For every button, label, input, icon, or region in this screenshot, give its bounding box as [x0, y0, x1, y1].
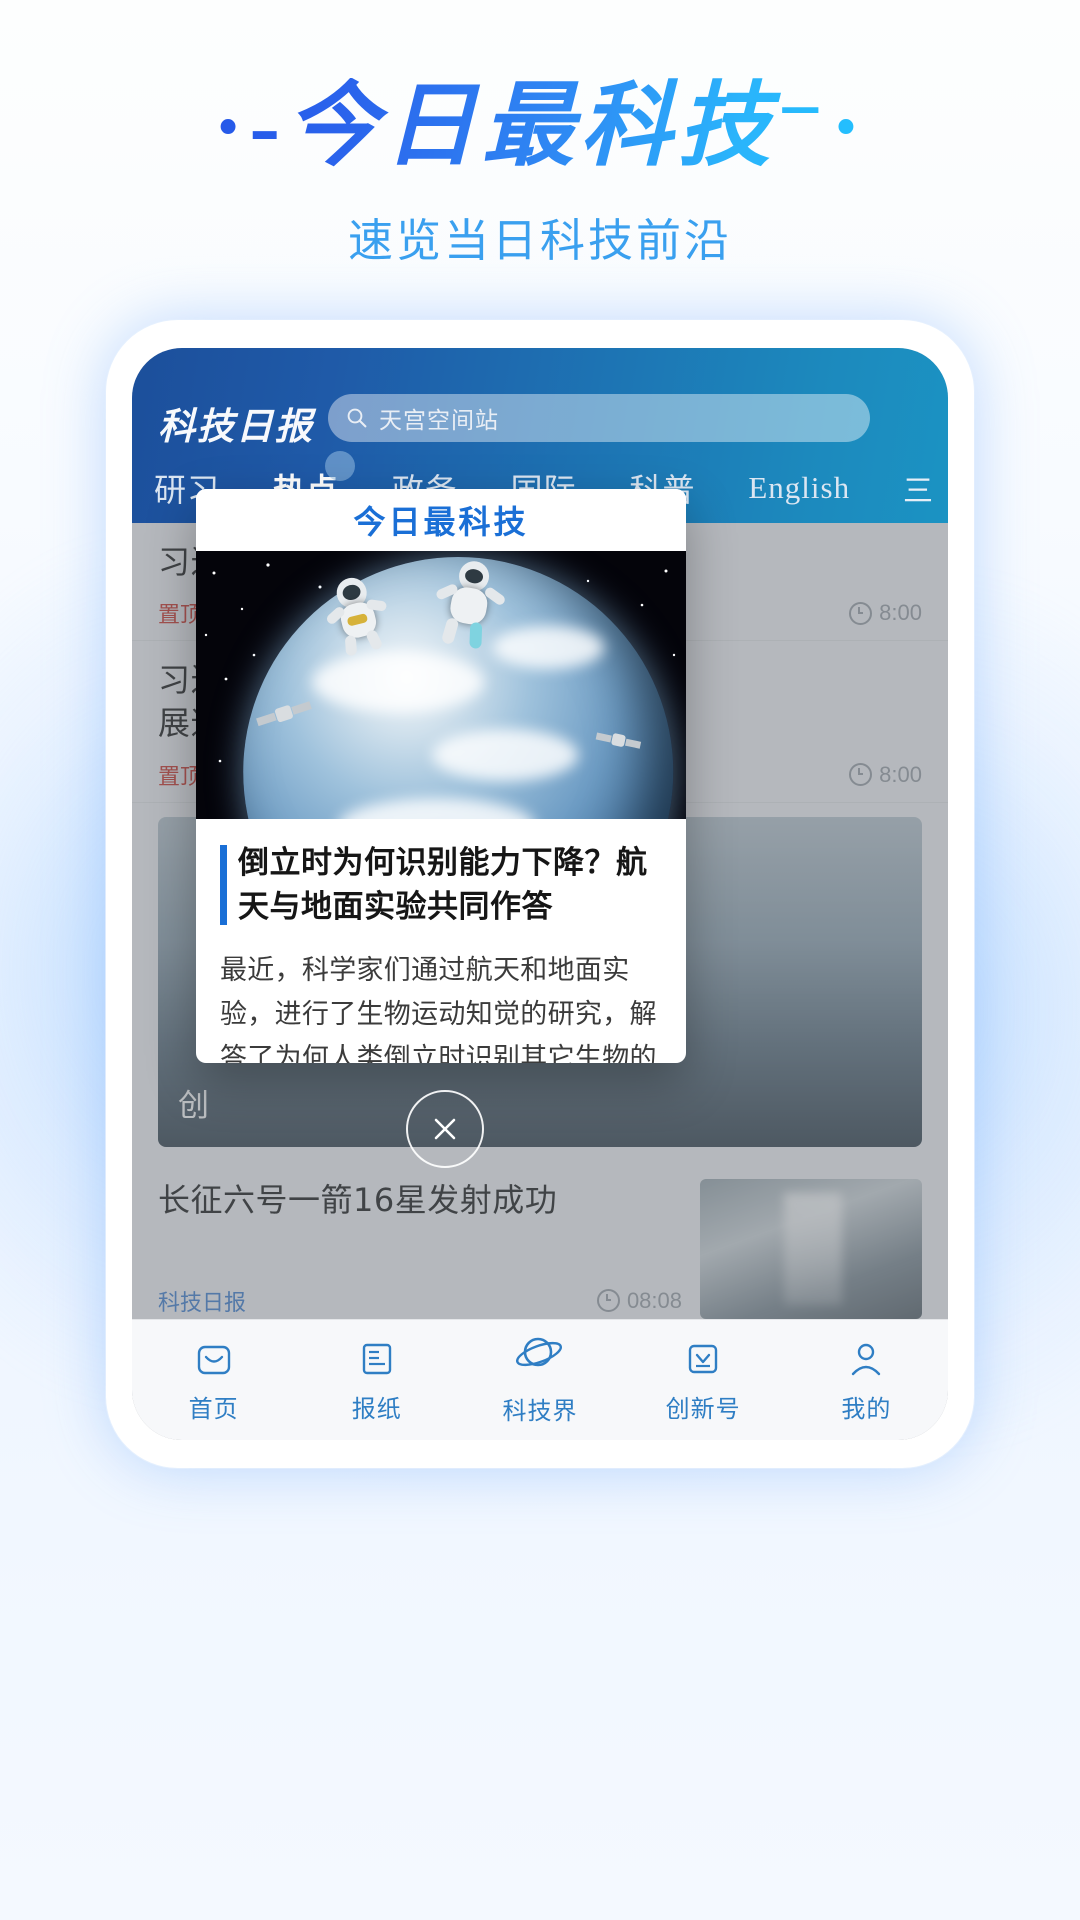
tab-profile[interactable]: 我的 [791, 1337, 941, 1424]
promo-headline: ·-今日最科技⁻· [195, 78, 886, 175]
nav-tab-english[interactable]: English [748, 470, 850, 506]
promo-headline-wrap: ·-今日最科技⁻· [0, 78, 1080, 175]
search-placeholder: 天宫空间站 [379, 408, 499, 434]
astronaut-icon-2 [427, 555, 513, 654]
modal-title: 今日最科技 [353, 503, 529, 541]
tab-home[interactable]: 首页 [139, 1337, 289, 1424]
search-icon [346, 407, 368, 429]
tab-newspaper[interactable]: 报纸 [302, 1337, 452, 1424]
tab-profile-label: 我的 [841, 1394, 892, 1423]
today-scitech-modal: 今日最科技 倒立时为何识别能力下降？航天与地面实验共同作答 最近，科学家们通过航… [196, 489, 686, 1063]
innovation-icon [681, 1337, 725, 1381]
headline-text: 今日最科技 [286, 75, 777, 177]
promo-page: ·-今日最科技⁻· 速览当日科技前沿 科技日报 天宫空间站 研习 热点 政务 国… [0, 0, 1080, 1920]
modal-body: 倒立时为何识别能力下降？航天与地面实验共同作答 最近，科学家们通过航天和地面实验… [196, 819, 686, 1063]
search-input[interactable]: 天宫空间站 [328, 394, 870, 442]
tab-innovation[interactable]: 创新号 [628, 1337, 778, 1424]
newspaper-icon [355, 1337, 399, 1381]
modal-hero-image [196, 551, 686, 819]
nav-tab-badge-dot [324, 451, 355, 481]
modal-header: 今日最科技 [196, 489, 686, 551]
planet-icon [511, 1325, 569, 1383]
modal-article-summary: 最近，科学家们通过航天和地面实验，进行了生物运动知觉的研究，解答了为何人类倒立时… [220, 955, 657, 1063]
user-icon [844, 1337, 888, 1381]
promo-subtitle: 速览当日科技前沿 [347, 214, 732, 267]
bottom-tabbar: 首页 报纸 科技界 创新号 我的 [132, 1319, 948, 1440]
modal-article-title[interactable]: 倒立时为何识别能力下降？航天与地面实验共同作答 [220, 841, 662, 929]
app-logo: 科技日报 [158, 407, 314, 448]
tab-home-label: 首页 [188, 1394, 239, 1423]
tab-scitech-circle[interactable]: 科技界 [465, 1335, 615, 1426]
headline-suffix-mark: ⁻· [776, 75, 868, 177]
close-modal-button[interactable] [406, 1090, 484, 1168]
headline-prefix-mark: ·- [212, 75, 287, 177]
tab-newspaper-label: 报纸 [351, 1394, 402, 1423]
hamburger-menu-icon[interactable]: 三 [903, 466, 934, 510]
tab-scitech-label: 科技界 [502, 1396, 578, 1425]
close-icon [434, 1118, 456, 1140]
home-icon [192, 1337, 236, 1381]
tab-innovation-label: 创新号 [665, 1394, 741, 1423]
